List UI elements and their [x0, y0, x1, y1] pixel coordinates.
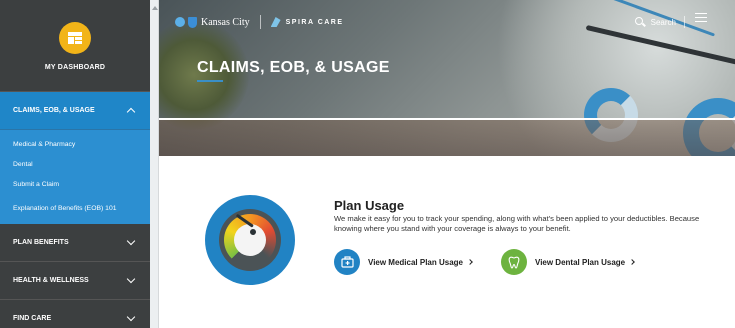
view-dental-plan-usage-link[interactable]: View Dental Plan Usage: [501, 249, 635, 275]
brand-logo[interactable]: Kansas City SPIRA CARE: [175, 15, 344, 29]
view-dental-plan-usage-label: View Dental Plan Usage: [535, 257, 626, 267]
hero-banner: Kansas City SPIRA CARE Search CLAIMS, EO…: [159, 0, 735, 156]
hamburger-menu-icon[interactable]: [695, 13, 707, 22]
sidebar-item-dental[interactable]: Dental: [0, 154, 150, 174]
plan-usage-title: Plan Usage: [334, 198, 405, 213]
search-icon: [634, 17, 645, 27]
gauge-face: [219, 209, 281, 271]
sidebar-section-health-wellness[interactable]: HEALTH & WELLNESS: [0, 262, 150, 300]
sidebar-section-claims: CLAIMS, EOB, & USAGE Medical & Pharmacy …: [0, 92, 150, 224]
chevron-down-icon: [126, 312, 136, 322]
shield-logo-icon: [188, 16, 197, 28]
brand-divider: [259, 15, 261, 29]
scrollbar[interactable]: [150, 0, 159, 328]
view-medical-plan-usage-label: View Medical Plan Usage: [368, 257, 464, 267]
sidebar-item-medical-pharmacy[interactable]: Medical & Pharmacy: [0, 134, 150, 154]
search-divider: [684, 16, 685, 28]
title-underline: [197, 80, 223, 82]
sidebar-section-claims-header[interactable]: CLAIMS, EOB, & USAGE: [0, 92, 150, 130]
medical-bag-icon: [334, 249, 360, 275]
my-dashboard-label: MY DASHBOARD: [44, 64, 106, 71]
sidebar-submenu: Medical & Pharmacy Dental Submit a Claim…: [0, 130, 150, 224]
page: MY DASHBOARD CLAIMS, EOB, & USAGE Medica…: [0, 0, 735, 328]
hero-bottom-band: [159, 120, 735, 156]
sidebar-section-find-care[interactable]: FIND CARE: [0, 300, 150, 328]
dashboard-icon: [59, 22, 91, 54]
chevron-down-icon: [126, 274, 136, 284]
chevron-right-icon: [467, 259, 473, 265]
sidebar-section-plan-benefits[interactable]: PLAN BENEFITS: [0, 224, 150, 262]
search-button[interactable]: Search: [634, 16, 685, 28]
brand-name: Kansas City: [201, 16, 250, 28]
view-medical-plan-usage-link[interactable]: View Medical Plan Usage: [334, 249, 473, 275]
gauge-hub: [250, 229, 256, 235]
chevron-up-icon: [126, 107, 136, 117]
speedometer-icon: [205, 195, 295, 285]
sidebar-item-eob-101[interactable]: Explanation of Benefits (EOB) 101: [0, 194, 150, 220]
plan-usage-description: We make it easy for you to track your sp…: [334, 214, 700, 233]
sidebar: MY DASHBOARD CLAIMS, EOB, & USAGE Medica…: [0, 0, 150, 328]
sidebar-section-label: HEALTH & WELLNESS: [13, 277, 89, 284]
sidebar-item-submit-claim[interactable]: Submit a Claim: [0, 174, 150, 194]
sidebar-section-claims-label: CLAIMS, EOB, & USAGE: [13, 107, 95, 114]
sidebar-section-label: FIND CARE: [13, 315, 52, 322]
my-dashboard-link[interactable]: MY DASHBOARD: [0, 0, 150, 92]
cross-logo-icon: [175, 17, 185, 27]
tooth-icon: [501, 249, 527, 275]
sidebar-section-label: PLAN BENEFITS: [13, 239, 69, 246]
search-label: Search: [650, 17, 676, 27]
scroll-up-arrow-icon[interactable]: [152, 4, 158, 10]
chevron-down-icon: [126, 236, 136, 246]
hero-divider-line: [159, 118, 735, 120]
chevron-right-icon: [629, 259, 635, 265]
page-title: CLAIMS, EOB, & USAGE: [197, 59, 390, 76]
partner-name: SPIRA CARE: [285, 18, 344, 26]
spira-logo-icon: [270, 17, 281, 27]
